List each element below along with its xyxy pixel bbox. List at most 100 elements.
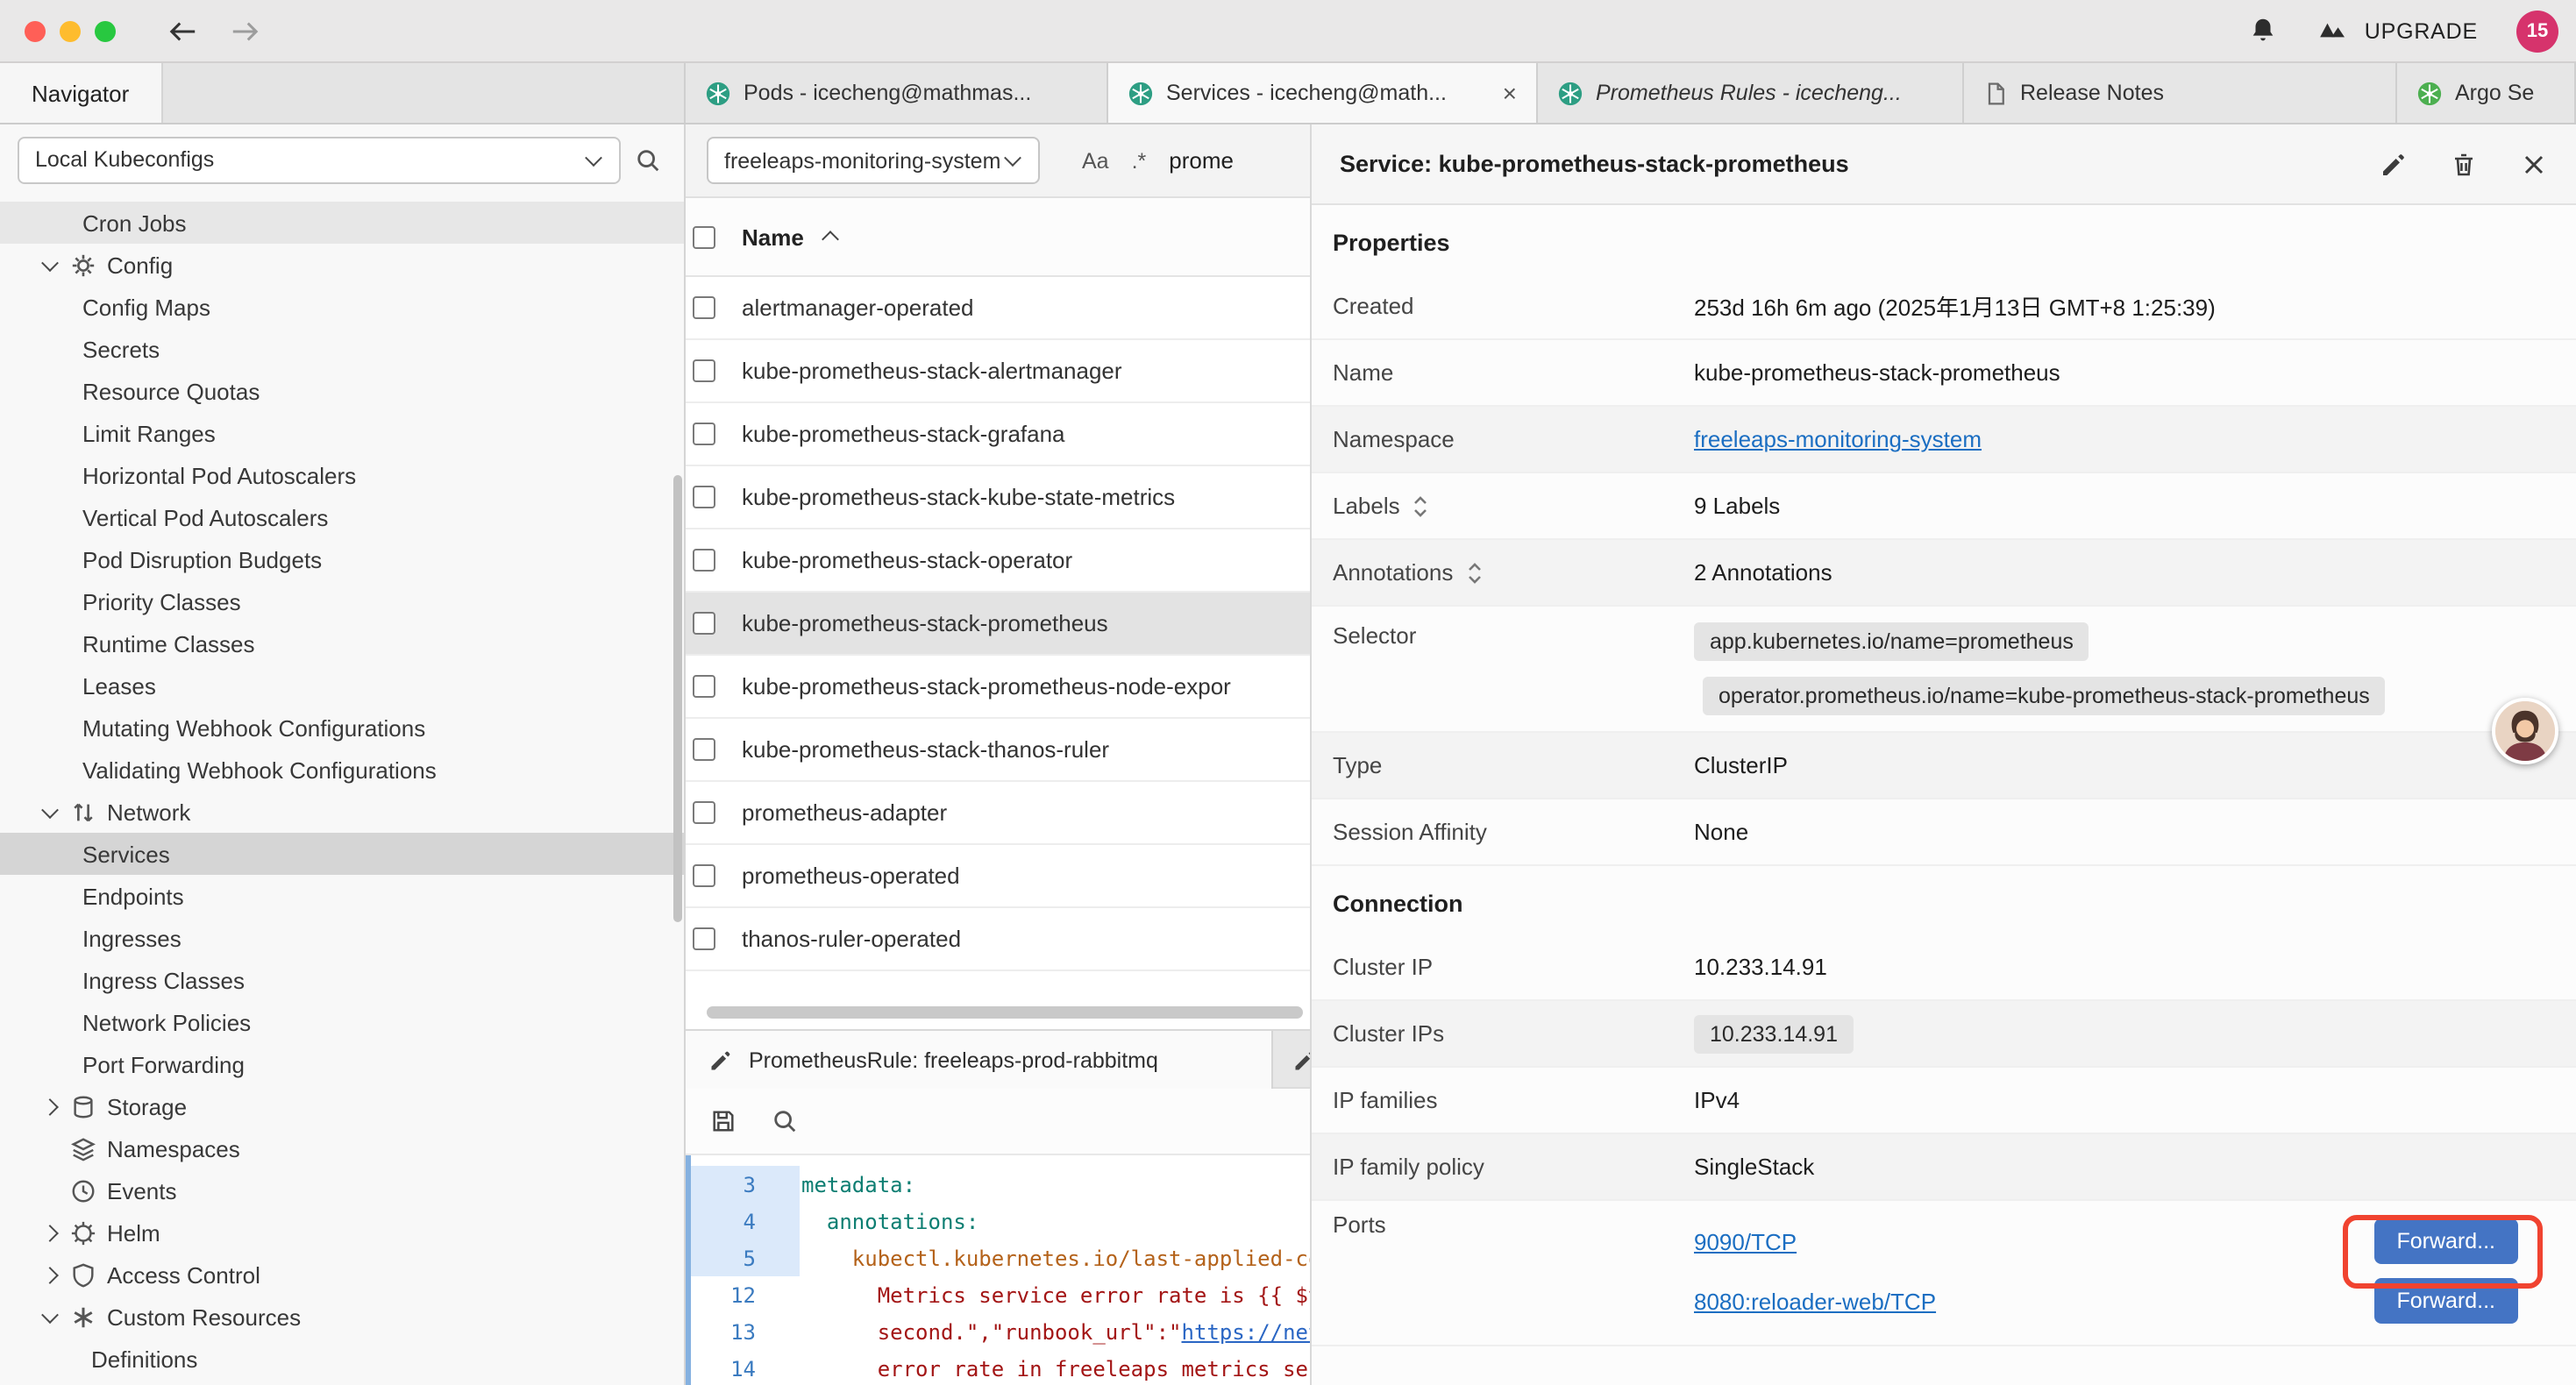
sidebar-item-runtime-classes[interactable]: Runtime Classes bbox=[0, 622, 684, 664]
sidebar-item-namespaces[interactable]: Namespaces bbox=[0, 1127, 684, 1169]
row-checkbox[interactable] bbox=[693, 864, 715, 887]
select-all-checkbox[interactable] bbox=[693, 225, 715, 248]
forward-button[interactable]: Forward... bbox=[2373, 1218, 2518, 1264]
tab-argo[interactable]: Argo Se bbox=[2397, 63, 2576, 123]
row-checkbox[interactable] bbox=[693, 927, 715, 950]
sidebar-item-ingress-classes[interactable]: Ingress Classes bbox=[0, 959, 684, 1001]
storage-icon bbox=[70, 1093, 96, 1119]
detail-label: IP families bbox=[1333, 1087, 1694, 1113]
sidebar-item-limit-ranges[interactable]: Limit Ranges bbox=[0, 412, 684, 454]
sidebar-item-port-forwarding[interactable]: Port Forwarding bbox=[0, 1043, 684, 1085]
sidebar-item-access-control[interactable]: Access Control bbox=[0, 1254, 684, 1296]
sidebar-item-ingresses[interactable]: Ingresses bbox=[0, 917, 684, 959]
detail-value: 10.233.14.91 bbox=[1694, 954, 1827, 980]
row-checkbox[interactable] bbox=[693, 296, 715, 319]
trash-icon[interactable] bbox=[2450, 150, 2478, 178]
row-checkbox[interactable] bbox=[693, 486, 715, 508]
sidebar-item-config[interactable]: Config bbox=[0, 244, 684, 286]
sidebar-item-custom-resources[interactable]: Custom Resources bbox=[0, 1296, 684, 1338]
sort-updown-icon[interactable] bbox=[1465, 560, 1483, 585]
tab-services[interactable]: Services - icecheng@math... × bbox=[1108, 63, 1538, 123]
row-checkbox[interactable] bbox=[693, 612, 715, 635]
search-query-input[interactable]: prome bbox=[1169, 147, 1234, 174]
user-avatar[interactable] bbox=[2492, 698, 2558, 764]
sort-updown-icon[interactable] bbox=[1413, 494, 1430, 518]
namespace-selector[interactable]: freeleaps-monitoring-system bbox=[707, 137, 1040, 184]
sidebar-item-mutating-webhook-configurations[interactable]: Mutating Webhook Configurations bbox=[0, 707, 684, 749]
upgrade-label: UPGRADE bbox=[2365, 18, 2478, 43]
line-number: 12 bbox=[686, 1282, 756, 1307]
port-link-9090[interactable]: 9090/TCP bbox=[1694, 1228, 1797, 1254]
sidebar-item-definitions[interactable]: Definitions bbox=[0, 1338, 684, 1380]
namespaces-layers-icon bbox=[70, 1135, 96, 1161]
sidebar-item-network[interactable]: Network bbox=[0, 791, 684, 833]
sidebar-item-priority-classes[interactable]: Priority Classes bbox=[0, 580, 684, 622]
upgrade-button[interactable]: UPGRADE bbox=[2317, 18, 2478, 43]
search-icon[interactable] bbox=[772, 1108, 798, 1134]
sidebar-scrollbar[interactable] bbox=[673, 475, 682, 922]
match-case-toggle[interactable]: Aa bbox=[1082, 148, 1109, 173]
save-icon[interactable] bbox=[710, 1108, 737, 1134]
close-tab-icon[interactable]: × bbox=[1489, 81, 1517, 105]
port-link-8080[interactable]: 8080:reloader-web/TCP bbox=[1694, 1288, 1936, 1314]
name-column-header[interactable]: Name bbox=[742, 224, 804, 250]
detail-value: IPv4 bbox=[1694, 1087, 1740, 1113]
search-icon[interactable] bbox=[635, 146, 661, 173]
sidebar-item-events[interactable]: Events bbox=[0, 1169, 684, 1211]
tab-release-notes[interactable]: Release Notes bbox=[1964, 63, 2397, 123]
sidebar-item-network-policies[interactable]: Network Policies bbox=[0, 1001, 684, 1043]
close-window-button[interactable] bbox=[25, 20, 46, 41]
regex-toggle[interactable]: .* bbox=[1132, 148, 1147, 173]
sidebar-item-vertical-pod-autoscalers[interactable]: Vertical Pod Autoscalers bbox=[0, 496, 684, 538]
kubeconfig-selector[interactable]: Local Kubeconfigs bbox=[18, 136, 621, 183]
sidebar-item-cron-jobs[interactable]: Cron Jobs bbox=[0, 202, 684, 244]
navigator-tab[interactable]: Navigator bbox=[0, 63, 162, 123]
minimize-window-button[interactable] bbox=[60, 20, 81, 41]
row-checkbox[interactable] bbox=[693, 423, 715, 445]
detail-row-name: Name kube-prometheus-stack-prometheus bbox=[1312, 340, 2576, 407]
edit-pencil-icon bbox=[708, 1048, 733, 1073]
config-gear-icon bbox=[70, 252, 96, 278]
tab-pods[interactable]: Pods - icecheng@mathmas... bbox=[686, 63, 1108, 123]
row-checkbox[interactable] bbox=[693, 738, 715, 761]
details-header: Service: kube-prometheus-stack-prometheu… bbox=[1312, 124, 2576, 205]
code-line: Metrics service error rate is {{ $va bbox=[756, 1282, 1334, 1307]
detail-row-ip-family-policy: IP family policy SingleStack bbox=[1312, 1134, 2576, 1201]
row-checkbox[interactable] bbox=[693, 675, 715, 698]
back-arrow-icon[interactable] bbox=[168, 18, 198, 43]
sidebar-item-horizontal-pod-autoscalers[interactable]: Horizontal Pod Autoscalers bbox=[0, 454, 684, 496]
horizontal-scrollbar[interactable] bbox=[707, 1006, 1303, 1019]
navigator-sidebar: Local Kubeconfigs Cron Jobs Config Confi… bbox=[0, 124, 686, 1385]
zoom-window-button[interactable] bbox=[95, 20, 116, 41]
sidebar-item-endpoints[interactable]: Endpoints bbox=[0, 875, 684, 917]
sidebar-item-secrets[interactable]: Secrets bbox=[0, 328, 684, 370]
sidebar-item-validating-webhook-configurations[interactable]: Validating Webhook Configurations bbox=[0, 749, 684, 791]
detail-label: Cluster IPs bbox=[1333, 1020, 1694, 1047]
tab-prometheus-rules[interactable]: Prometheus Rules - icecheng... bbox=[1538, 63, 1964, 123]
forward-arrow-icon[interactable] bbox=[230, 18, 260, 43]
kubernetes-icon bbox=[2416, 80, 2443, 106]
chevron-down-icon bbox=[1001, 150, 1022, 171]
notifications-bell-icon[interactable] bbox=[2249, 16, 2279, 46]
sidebar-item-config-maps[interactable]: Config Maps bbox=[0, 286, 684, 328]
dock-tab-prometheusrule[interactable]: PrometheusRule: freeleaps-prod-rabbitmq bbox=[686, 1031, 1273, 1090]
detail-value: ClusterIP bbox=[1694, 752, 1788, 778]
sidebar-item-resource-quotas[interactable]: Resource Quotas bbox=[0, 370, 684, 412]
sidebar-item-storage[interactable]: Storage bbox=[0, 1085, 684, 1127]
forward-button[interactable]: Forward... bbox=[2373, 1278, 2518, 1324]
notification-count-badge[interactable]: 15 bbox=[2516, 10, 2558, 52]
tab-row: Navigator Pods - icecheng@mathmas... Ser… bbox=[0, 63, 2576, 124]
namespace-link[interactable]: freeleaps-monitoring-system bbox=[1694, 426, 1982, 452]
row-checkbox[interactable] bbox=[693, 359, 715, 382]
code-line: error rate in freeleaps metrics ser bbox=[756, 1356, 1320, 1381]
row-checkbox[interactable] bbox=[693, 801, 715, 824]
sidebar-item-services[interactable]: Services bbox=[0, 833, 684, 875]
edit-pencil-icon[interactable] bbox=[2380, 150, 2408, 178]
sidebar-item-pod-disruption-budgets[interactable]: Pod Disruption Budgets bbox=[0, 538, 684, 580]
detail-row-created: Created 253d 16h 6m ago (2025年1月13日 GMT+… bbox=[1312, 273, 2576, 340]
close-icon[interactable] bbox=[2520, 150, 2548, 178]
sort-ascending-icon[interactable] bbox=[822, 231, 840, 248]
row-checkbox[interactable] bbox=[693, 549, 715, 572]
sidebar-item-helm[interactable]: Helm bbox=[0, 1211, 684, 1254]
sidebar-item-leases[interactable]: Leases bbox=[0, 664, 684, 707]
